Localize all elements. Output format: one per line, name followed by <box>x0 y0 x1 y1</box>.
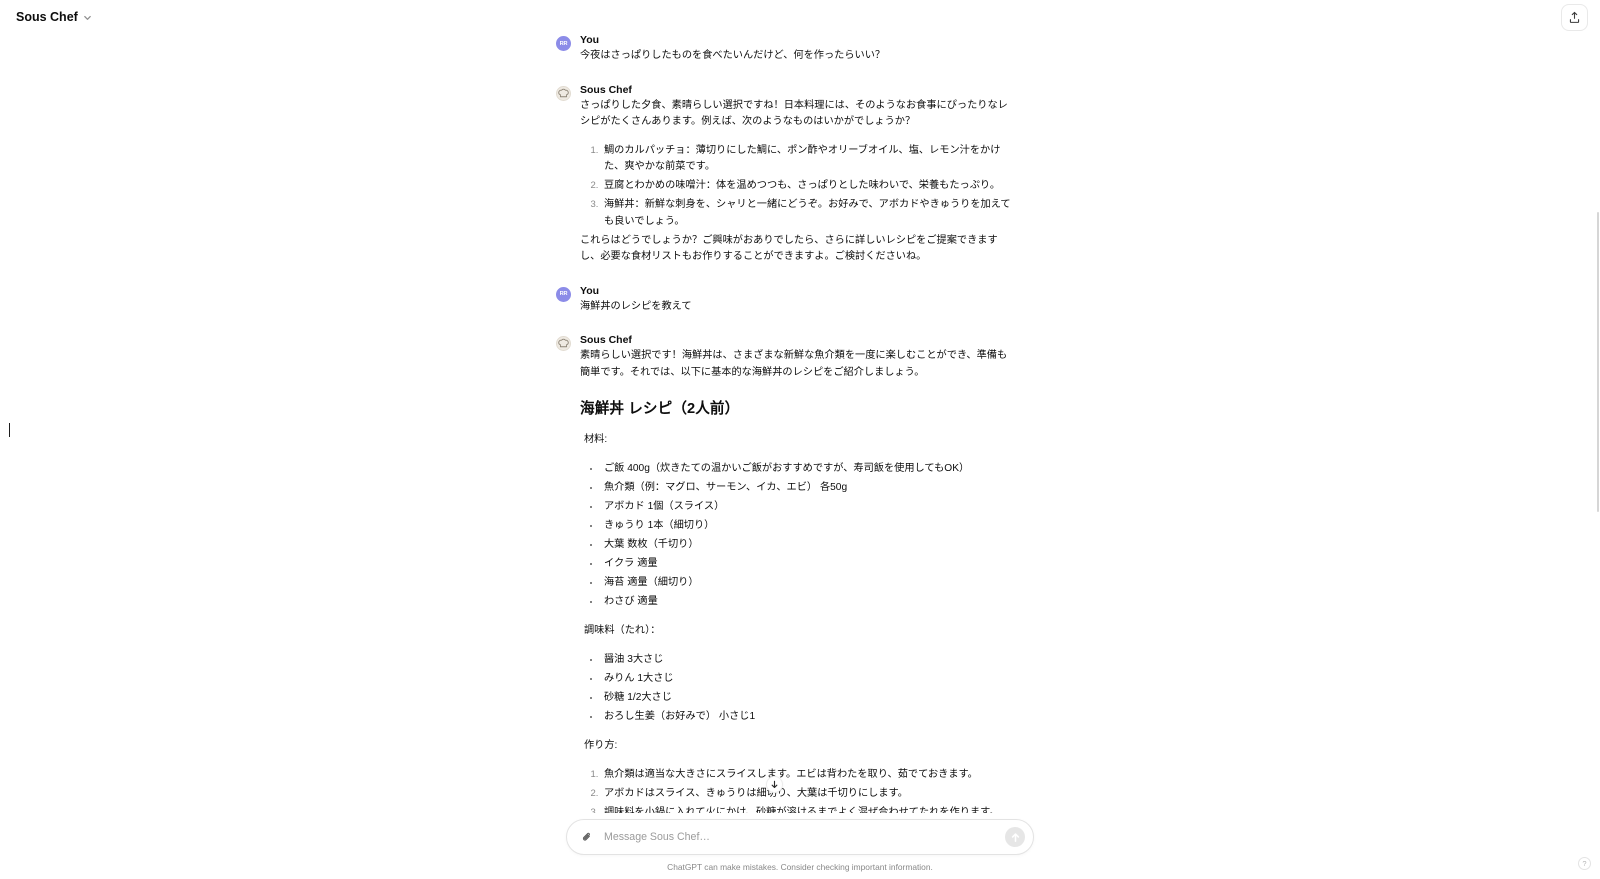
list-item: 砂糖 1/2大さじ <box>601 690 1016 707</box>
avatar: RR <box>556 36 571 51</box>
help-button[interactable]: ? <box>1578 857 1591 870</box>
message-body: 今夜はさっぱりしたものを食べたいんだけど、何を作ったらいい？ <box>580 48 1016 65</box>
chef-hat-icon <box>556 85 571 101</box>
section-label: 作り方: <box>584 740 618 751</box>
bullet-list: 醤油 3大さじみりん 1大さじ砂糖 1/2大さじおろし生姜（お好みで） 小さじ1 <box>580 652 1016 726</box>
chat-turn-assistant: Sous Chef さっぱりした夕食、素晴らしい選択ですね！日本料理には、そのよう… <box>556 84 1016 266</box>
composer-area: ChatGPT can make mistakes. Consider chec… <box>0 813 1600 879</box>
list-item: きゅうり 1本（細切り） <box>601 518 1016 535</box>
list-item: 魚介類は適当な大きさにスライスします。エビは背わたを取り、茹でておきます。 <box>601 767 1016 784</box>
message-body: 海鮮丼のレシピを教えて <box>580 299 1016 316</box>
chef-hat-icon <box>556 336 571 351</box>
list-item: イクラ 適量 <box>601 556 1016 573</box>
list-item: 魚介類（例：マグロ、サーモン、イカ、エビ） 各50g <box>601 480 1016 497</box>
message-body: さっぱりした夕食、素晴らしい選択ですね！日本料理には、そのようなお食事にぴったり… <box>580 98 1016 266</box>
list-item: 醤油 3大さじ <box>601 652 1016 669</box>
recipe-heading: 海鮮丼 レシピ（2人前） <box>580 401 740 417</box>
avatar: RR <box>556 286 571 302</box>
chevron-down-icon <box>83 13 92 22</box>
list-item: アボカド 1個（スライス） <box>601 499 1016 516</box>
list-item: ご飯 400g（炊きたての温かいご飯がおすすめですが、寿司飯を使用してもOK） <box>601 461 1016 478</box>
share-upload-icon <box>1568 11 1581 24</box>
message-author: You <box>580 34 600 46</box>
list-item: 海鮮丼：新鮮な刺身を、シャリと一緒にどうぞ。お好みで、アボカドやきゅうりを加えて… <box>601 197 1016 230</box>
section-label: 材料: <box>584 434 608 445</box>
section-label: 調味料（たれ）： <box>584 625 661 636</box>
list-item: みりん 1大さじ <box>601 671 1016 688</box>
attach-file-button[interactable] <box>576 826 598 848</box>
top-bar: Sous Chef <box>0 0 1600 34</box>
paragraph: 海鮮丼のレシピを教えて <box>580 300 692 312</box>
list-item: アボカドはスライス、きゅうりは細切り、大葉は千切りにします。 <box>601 786 1016 803</box>
conversation-thread[interactable]: RR You 今夜はさっぱりしたものを食べたいんだけど、何を作ったらいい？ Sous … <box>0 0 1600 879</box>
message-author: Sous Chef <box>580 83 632 96</box>
arrow-up-icon <box>1010 832 1021 843</box>
paragraph: さっぱりした夕食、素晴らしい選択ですね！日本料理には、そのようなお食事にぴったり… <box>580 99 1008 128</box>
share-button[interactable] <box>1561 3 1588 31</box>
model-name-label: Sous Chef <box>16 10 78 24</box>
arrow-down-icon <box>770 780 779 789</box>
message-body: 素晴らしい選択です！海鮮丼は、さまざまな新鮮な魚介類を一度に楽しむことができ、準… <box>580 348 1016 878</box>
list-item: 鯛のカルパッチョ：薄切りにした鯛に、ポン酢やオリーブオイル、塩、レモン汁をかけた… <box>601 143 1016 176</box>
list-item: 豆腐とわかめの味噌汁：体を温めつつも、さっぱりとした味わいで、栄養もたっぷり。 <box>601 178 1016 195</box>
disclaimer-text: ChatGPT can make mistakes. Consider chec… <box>667 862 933 872</box>
turn-list: RR You 今夜はさっぱりしたものを食べたいんだけど、何を作ったらいい？ Sous … <box>556 34 1016 879</box>
message-input[interactable] <box>598 831 1005 843</box>
message-author: You <box>580 284 600 297</box>
list-item: 大葉 数枚（千切り） <box>601 537 1016 554</box>
chat-turn-assistant: Sous Chef 素晴らしい選択です！海鮮丼は、さまざまな新鮮な魚介類を一度に楽… <box>556 334 1016 878</box>
chat-turn-user: RR You 今夜はさっぱりしたものを食べたいんだけど、何を作ったらいい？ <box>556 34 1016 65</box>
send-button[interactable] <box>1005 827 1025 847</box>
text-cursor <box>9 423 10 437</box>
help-label: ? <box>1582 859 1587 868</box>
paragraph: 今夜はさっぱりしたものを食べたいんだけど、何を作ったらいい？ <box>580 50 886 61</box>
model-switcher-button[interactable]: Sous Chef <box>10 7 98 27</box>
list-item: おろし生姜（お好みで） 小さじ1 <box>601 709 1016 726</box>
list-item: 海苔 適量（細切り） <box>601 575 1016 592</box>
bullet-list: ご飯 400g（炊きたての温かいご飯がおすすめですが、寿司飯を使用してもOK） 魚… <box>580 461 1016 611</box>
thread-scrollbar-thumb[interactable] <box>1597 212 1599 512</box>
message-author: Sous Chef <box>580 334 632 346</box>
list-item: わさび 適量 <box>601 594 1016 611</box>
ordered-list: 鯛のカルパッチョ：薄切りにした鯛に、ポン酢やオリーブオイル、塩、レモン汁をかけた… <box>580 143 1016 231</box>
paperclip-icon <box>581 831 593 843</box>
paragraph: 素晴らしい選択です！海鮮丼は、さまざまな新鮮な魚介類を一度に楽しむことができ、準… <box>580 350 1008 378</box>
scroll-to-bottom-button[interactable] <box>766 776 783 793</box>
paragraph: これらはどうでしょうか？ご興味がおありでしたら、さらに詳しいレシピをご提案できま… <box>580 234 998 263</box>
message-composer[interactable] <box>566 819 1034 855</box>
chat-turn-user: RR You 海鮮丼のレシピを教えて <box>556 285 1016 316</box>
